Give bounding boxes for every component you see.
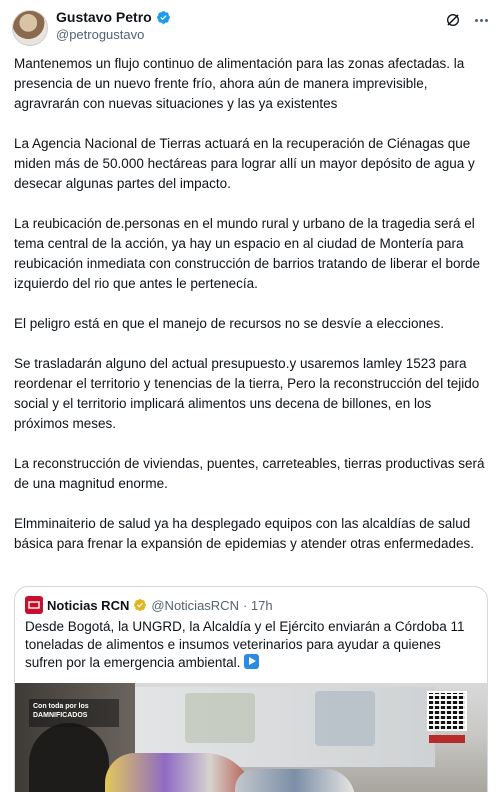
post-body: Mantenemos un flujo continuo de alimenta… bbox=[14, 54, 488, 574]
post-paragraph: El peligro está en que el manejo de recu… bbox=[14, 316, 445, 331]
author-handle[interactable]: @petrogustavo bbox=[56, 27, 144, 42]
post-paragraph: La reconstrucción de viviendas, puentes,… bbox=[14, 456, 485, 491]
author-name-row: Gustavo Petro bbox=[56, 8, 171, 26]
post-header: Gustavo Petro @petrogustavo bbox=[0, 0, 503, 52]
media-wall-map bbox=[185, 693, 255, 743]
avatar[interactable] bbox=[12, 10, 48, 46]
post-paragraph: Se trasladarán alguno del actual presupu… bbox=[14, 356, 480, 431]
grok-icon[interactable] bbox=[445, 12, 461, 28]
quoted-author-name[interactable]: Noticias RCN bbox=[47, 598, 129, 613]
media-qr-code-icon bbox=[427, 691, 467, 731]
author-display-name[interactable]: Gustavo Petro bbox=[56, 9, 152, 25]
post-paragraph: La Agencia Nacional de Tierras actuará e… bbox=[14, 136, 475, 191]
media-overlay-banner: Con toda por los DAMNIFICADOS bbox=[29, 699, 119, 727]
noticias-rcn-logo-icon[interactable] bbox=[25, 596, 43, 614]
play-button-emoji-icon bbox=[244, 654, 260, 669]
quoted-post-text: Desde Bogotá, la UNGRD, la Alcaldía y el… bbox=[25, 618, 477, 672]
quoted-post-header: Noticias RCN @NoticiasRCN · 17h bbox=[25, 595, 273, 615]
media-wall-map bbox=[315, 691, 375, 746]
post-paragraph: Mantenemos un flujo continuo de alimenta… bbox=[14, 56, 465, 111]
media-supplies-pile bbox=[235, 769, 355, 792]
verified-badge-icon bbox=[156, 10, 170, 24]
post-paragraph: La reubicación de.personas en el mundo r… bbox=[14, 216, 481, 291]
quoted-post-card[interactable]: Noticias RCN @NoticiasRCN · 17h Desde Bo… bbox=[14, 586, 488, 792]
gold-verified-badge-icon bbox=[134, 599, 147, 611]
more-options-icon[interactable] bbox=[471, 10, 491, 30]
post-paragraph: Elmminaiterio de salud ya ha desplegado … bbox=[14, 516, 475, 551]
quoted-author-handle[interactable]: @NoticiasRCN bbox=[151, 598, 239, 613]
quoted-post-time[interactable]: · 17h bbox=[243, 598, 273, 613]
media-qr-label bbox=[429, 735, 465, 743]
quoted-post-media-video[interactable]: Con toda por los DAMNIFICADOS bbox=[15, 683, 487, 792]
